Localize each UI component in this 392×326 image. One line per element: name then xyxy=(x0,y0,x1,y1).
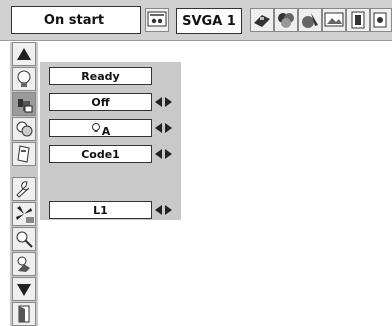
lamp-mode-arrows[interactable] xyxy=(152,121,174,135)
mode-label-text: On start xyxy=(43,12,105,28)
filter-icon[interactable] xyxy=(12,227,36,251)
left-arrow-icon[interactable] xyxy=(154,149,162,159)
status-value: Ready xyxy=(81,69,120,83)
lamp-mode-field[interactable]: A xyxy=(49,119,152,138)
option-arrows[interactable] xyxy=(152,95,174,109)
exit-icon[interactable] xyxy=(12,302,36,326)
lamp-mode-value: A xyxy=(101,124,111,138)
top-menu-bar: On start SVGA 1 xyxy=(0,0,392,41)
right-arrow-icon[interactable] xyxy=(164,97,172,107)
sidebar-menu xyxy=(10,42,38,326)
screen-icon[interactable] xyxy=(322,8,346,32)
remote-code-value: Code1 xyxy=(81,147,120,161)
option-value: Off xyxy=(91,95,110,109)
remote-control-icon[interactable] xyxy=(12,142,36,166)
right-arrow-icon[interactable] xyxy=(164,149,172,159)
left-arrow-icon[interactable] xyxy=(154,123,162,133)
right-arrow-icon[interactable] xyxy=(164,205,172,215)
lamp-counter-icon[interactable] xyxy=(12,117,36,141)
signal-label-text: SVGA 1 xyxy=(182,13,236,29)
key-lock-icon[interactable] xyxy=(12,92,36,116)
pc-adjust-icon[interactable] xyxy=(298,8,322,32)
status-field: Ready xyxy=(49,67,152,85)
fan-level-field[interactable]: L1 xyxy=(49,201,152,219)
security-icon[interactable] xyxy=(12,252,36,276)
remote-code-arrows[interactable] xyxy=(152,147,174,161)
bulb-icon xyxy=(91,123,101,133)
lamp-icon[interactable] xyxy=(12,67,36,91)
down-arrow-icon[interactable] xyxy=(12,277,36,301)
image-icon[interactable] xyxy=(346,8,370,32)
color-icon[interactable] xyxy=(274,8,298,32)
input-icon[interactable] xyxy=(145,8,169,32)
left-arrow-icon[interactable] xyxy=(154,97,162,107)
mode-label: On start xyxy=(11,6,141,34)
option-field[interactable]: Off xyxy=(49,93,152,111)
fan-icon[interactable] xyxy=(12,202,36,226)
right-arrow-icon[interactable] xyxy=(164,123,172,133)
up-arrow-icon[interactable] xyxy=(12,42,36,66)
fan-level-arrows[interactable] xyxy=(152,203,174,217)
fan-level-value: L1 xyxy=(93,203,108,217)
wrench-icon[interactable] xyxy=(12,177,36,201)
left-arrow-icon[interactable] xyxy=(154,205,162,215)
signal-label: SVGA 1 xyxy=(176,8,242,34)
tv-icon[interactable] xyxy=(250,8,274,32)
submenu-panel: Ready Off A Code1 L1 xyxy=(40,62,181,220)
remote-code-field[interactable]: Code1 xyxy=(49,145,152,163)
setting-icon[interactable] xyxy=(370,8,392,32)
